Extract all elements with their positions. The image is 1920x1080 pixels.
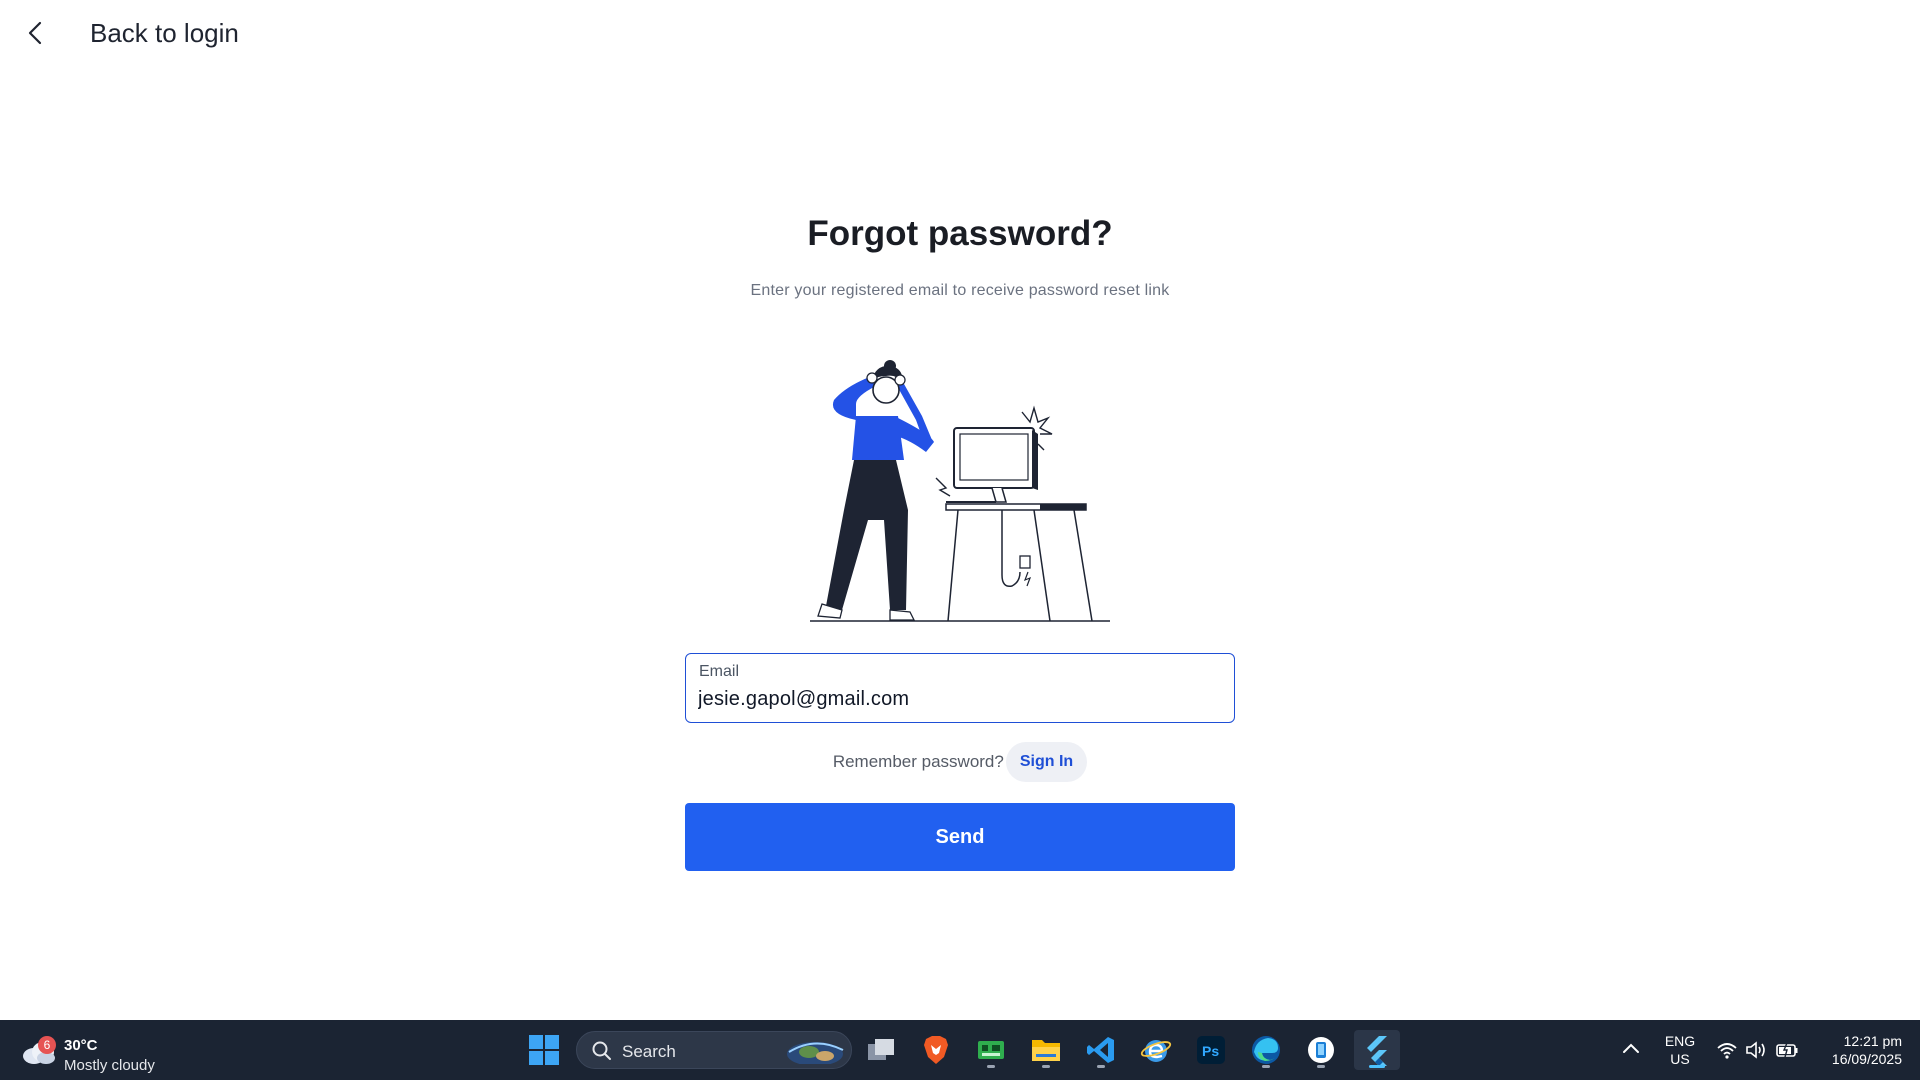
weather-alert-badge: 6	[38, 1036, 56, 1054]
email-input[interactable]	[698, 685, 1218, 713]
chevron-up-icon[interactable]	[1620, 1038, 1642, 1060]
email-field-label: Email	[699, 663, 740, 680]
chevron-left-icon	[28, 21, 42, 45]
back-to-login-link[interactable]: Back to login	[90, 18, 239, 49]
clock-date: 16/09/2025	[1831, 1051, 1902, 1067]
system-clock[interactable]: 12:21 pm 16/09/2025	[1810, 1032, 1902, 1068]
photoshop-icon[interactable]: Ps	[1191, 1030, 1231, 1070]
sign-in-button[interactable]: Sign In	[1005, 742, 1088, 782]
task-view-icon[interactable]	[861, 1030, 901, 1070]
language-code: ENG	[1664, 1033, 1696, 1049]
vscode-icon[interactable]	[1081, 1030, 1121, 1070]
green-app-icon[interactable]	[971, 1030, 1011, 1070]
running-indicator	[1097, 1065, 1105, 1068]
clock-time: 12:21 pm	[1843, 1033, 1902, 1049]
weather-temperature: 30°C	[64, 1037, 98, 1054]
send-button[interactable]: Send	[685, 803, 1235, 871]
edge-browser-icon[interactable]	[1246, 1030, 1286, 1070]
page-title: Forgot password?	[807, 214, 1113, 253]
frustrated-user-illustration	[810, 360, 1110, 622]
search-icon	[592, 1041, 611, 1060]
battery-icon[interactable]	[1775, 1040, 1799, 1060]
forgot-password-screen: Back to login Forgot password? Enter you…	[0, 0, 1920, 1020]
remember-password-text: Remember password?	[832, 752, 1004, 771]
taskbar-search-box[interactable]: Search	[576, 1031, 852, 1069]
windows-taskbar: 6 30°C Mostly cloudy Search Ps ENG US 12…	[0, 1020, 1920, 1080]
email-field[interactable]: Email	[685, 653, 1235, 723]
weather-description: Mostly cloudy	[64, 1057, 155, 1074]
svg-text:Ps: Ps	[1202, 1043, 1219, 1059]
back-button[interactable]	[16, 14, 54, 52]
search-label: Search	[622, 1042, 676, 1061]
active-indicator	[1369, 1065, 1385, 1068]
running-indicator	[1262, 1065, 1270, 1068]
brave-browser-icon[interactable]	[916, 1030, 956, 1070]
remember-password-row: Remember password? Sign In	[0, 742, 1920, 782]
running-indicator	[1317, 1065, 1325, 1068]
volume-icon[interactable]	[1745, 1040, 1767, 1060]
browser-e-icon[interactable]	[1136, 1030, 1176, 1070]
language-indicator[interactable]: ENG US	[1662, 1032, 1698, 1068]
running-indicator	[1042, 1065, 1050, 1068]
page-subtitle: Enter your registered email to receive p…	[750, 282, 1170, 299]
windows-start-icon[interactable]	[527, 1033, 561, 1067]
file-explorer-icon[interactable]	[1026, 1030, 1066, 1070]
weather-widget[interactable]: 6 30°C Mostly cloudy	[20, 1028, 180, 1074]
wifi-icon[interactable]	[1716, 1040, 1738, 1060]
search-highlight-globe-icon	[787, 1042, 844, 1064]
running-indicator	[987, 1065, 995, 1068]
region-code: US	[1670, 1051, 1690, 1067]
phone-link-icon[interactable]	[1301, 1030, 1341, 1070]
flutter-app-icon[interactable]	[1354, 1030, 1400, 1070]
